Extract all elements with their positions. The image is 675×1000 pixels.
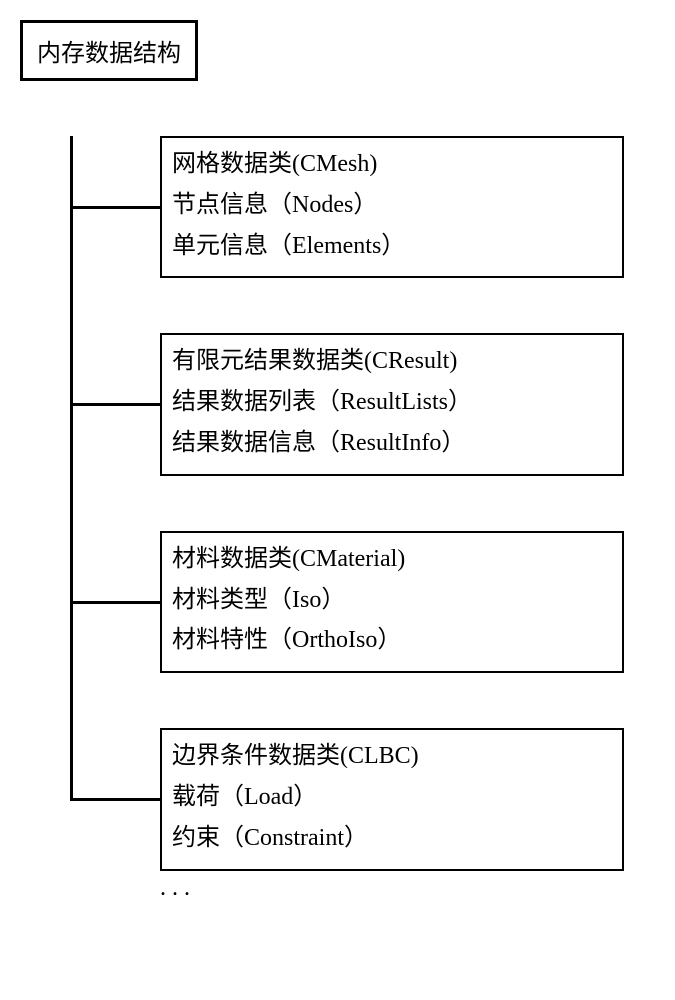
child-box: 材料数据类(CMaterial) 材料类型（Iso） 材料特性（OrthoIso…	[160, 531, 624, 673]
child-box: 边界条件数据类(CLBC) 载荷（Load） 约束（Constraint）	[160, 728, 624, 870]
child-line: 约束（Constraint）	[172, 818, 612, 859]
child-line: 单元信息（Elements）	[172, 226, 612, 267]
child-line: 有限元结果数据类(CResult)	[172, 341, 612, 382]
child-line: 载荷（Load）	[172, 777, 612, 818]
child-line: 边界条件数据类(CLBC)	[172, 736, 612, 777]
child-line: 材料特性（OrthoIso）	[172, 620, 612, 661]
child-node-result: 有限元结果数据类(CResult) 结果数据列表（ResultLists） 结果…	[160, 333, 655, 475]
memory-structure-diagram: 内存数据结构 网格数据类(CMesh) 节点信息（Nodes） 单元信息（Ele…	[20, 20, 655, 902]
child-line: 材料数据类(CMaterial)	[172, 539, 612, 580]
child-line: 材料类型（Iso）	[172, 580, 612, 621]
child-box: 网格数据类(CMesh) 节点信息（Nodes） 单元信息（Elements）	[160, 136, 624, 278]
child-line: 结果数据列表（ResultLists）	[172, 382, 612, 423]
child-line: 结果数据信息（ResultInfo）	[172, 423, 612, 464]
connector-line	[70, 206, 160, 209]
child-node-material: 材料数据类(CMaterial) 材料类型（Iso） 材料特性（OrthoIso…	[160, 531, 655, 673]
connector-line	[70, 403, 160, 406]
tree: 网格数据类(CMesh) 节点信息（Nodes） 单元信息（Elements） …	[70, 136, 655, 902]
ellipsis: . . .	[160, 875, 655, 902]
root-title: 内存数据结构	[37, 41, 181, 67]
child-node-clbc: 边界条件数据类(CLBC) 载荷（Load） 约束（Constraint）	[160, 728, 655, 870]
connector-line	[70, 798, 160, 801]
root-node: 内存数据结构	[20, 20, 198, 81]
child-line: 节点信息（Nodes）	[172, 185, 612, 226]
connector-line	[70, 601, 160, 604]
child-line: 网格数据类(CMesh)	[172, 144, 612, 185]
child-box: 有限元结果数据类(CResult) 结果数据列表（ResultLists） 结果…	[160, 333, 624, 475]
tree-trunk	[70, 136, 73, 801]
child-node-mesh: 网格数据类(CMesh) 节点信息（Nodes） 单元信息（Elements）	[160, 136, 655, 278]
